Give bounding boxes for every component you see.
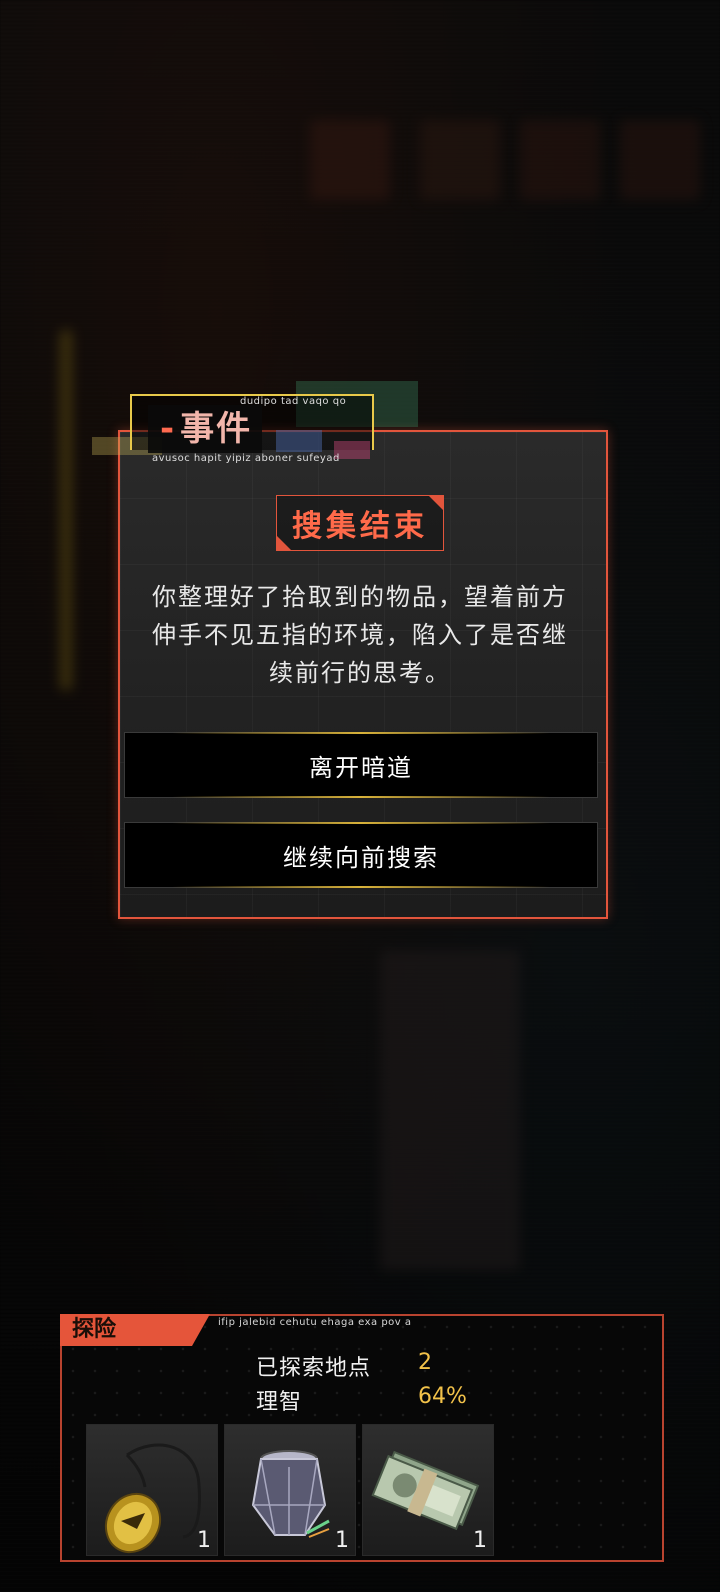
event-description: 你整理好了拾取到的物品，望着前方伸手不见五指的环境，陷入了是否继续前行的思考。 xyxy=(152,583,568,687)
event-title: - 事件 xyxy=(148,405,263,453)
explored-locations-value: 2 xyxy=(418,1350,432,1375)
event-heading-text: 搜集结束 xyxy=(292,509,428,544)
item-slot-amulet[interactable]: 1 xyxy=(86,1424,218,1556)
glitch-decoration xyxy=(276,430,322,452)
event-title-subtext-top: dudipo tad vaqo qo xyxy=(240,396,347,407)
sanity-label: 理智 xyxy=(256,1390,303,1415)
item-slot-crystal-lantern[interactable]: 1 xyxy=(224,1424,356,1556)
item-count: 1 xyxy=(335,1528,349,1553)
item-slot-banknotes[interactable]: 1 xyxy=(362,1424,494,1556)
item-count: 1 xyxy=(197,1528,211,1553)
explore-subtext: ifip jalebid cehutu ehaga exa pov a xyxy=(218,1317,412,1328)
event-title-text: 事件 xyxy=(180,409,253,449)
event-heading: 搜集结束 xyxy=(276,495,444,551)
choice-continue-search-button[interactable]: 继续向前搜索 xyxy=(124,822,598,888)
explored-locations-label: 已探索地点 xyxy=(256,1356,372,1381)
item-count: 1 xyxy=(473,1528,487,1553)
choice-leave-passage-button[interactable]: 离开暗道 xyxy=(124,732,598,798)
event-title-subtext-bottom: avusoc hapit yipiz aboner sufeyad xyxy=(152,453,340,464)
sanity-value: 64% xyxy=(418,1384,467,1409)
explore-tab-label: 探险 xyxy=(72,1317,117,1342)
